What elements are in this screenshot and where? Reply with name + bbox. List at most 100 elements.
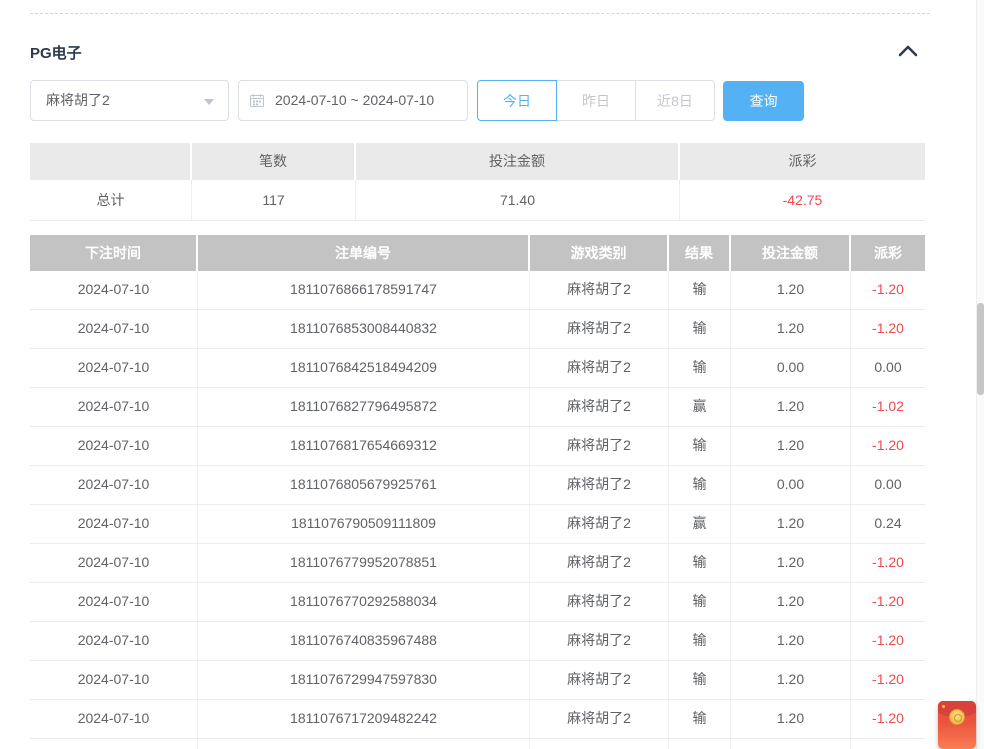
game-select[interactable]: 麻将胡了2 xyxy=(30,80,229,121)
header-bet-time: 下注时间 xyxy=(30,235,198,271)
quick-range-group: 今日 昨日 近8日 xyxy=(477,80,715,121)
cell-bet-time: 2024-07-10 xyxy=(30,349,198,387)
cell-result: 输 xyxy=(669,349,731,387)
cell-result: 输 xyxy=(669,583,731,621)
cell-payout: -1.20 xyxy=(851,427,925,465)
summary-header-blank xyxy=(30,143,192,180)
cell-payout: 0.24 xyxy=(851,505,925,543)
cell-game-type: 麻将胡了2 xyxy=(530,583,669,621)
summary-header-bet-amount: 投注金额 xyxy=(356,143,680,180)
cell-payout: -1.20 xyxy=(851,739,925,749)
calendar-icon xyxy=(250,94,264,107)
cell-result: 输 xyxy=(669,622,731,660)
cell-game-type: 麻将胡了2 xyxy=(530,661,669,699)
cell-bet-amount: 1.20 xyxy=(731,427,851,465)
cell-bet-id: 1811076866178591747 xyxy=(198,271,530,309)
bet-row: 2024-07-101811076740835967488麻将胡了2输1.20-… xyxy=(30,622,925,661)
cell-game-type: 麻将胡了2 xyxy=(530,427,669,465)
vertical-scrollbar-track[interactable] xyxy=(976,0,984,749)
cell-bet-id: 1811076717209482242 xyxy=(198,700,530,738)
bet-row: 2024-07-101811076770292588034麻将胡了2输1.20-… xyxy=(30,583,925,622)
cell-result: 输 xyxy=(669,427,731,465)
vertical-scrollbar-thumb[interactable] xyxy=(977,303,984,395)
cell-bet-amount: 1.20 xyxy=(731,310,851,348)
cell-bet-time: 2024-07-10 xyxy=(30,661,198,699)
bet-row: 2024-07-101811076805679925761麻将胡了2输0.000… xyxy=(30,466,925,505)
caret-down-icon xyxy=(204,99,214,105)
summary-total-payout: -42.75 xyxy=(680,180,925,220)
cell-payout: -1.20 xyxy=(851,544,925,582)
summary-total-label: 总计 xyxy=(30,180,192,220)
cell-payout: -1.20 xyxy=(851,661,925,699)
bet-row: 2024-07-101811076717209482242麻将胡了2输1.20-… xyxy=(30,700,925,739)
cell-game-type: 麻将胡了2 xyxy=(530,505,669,543)
header-payout: 派彩 xyxy=(851,235,925,271)
cell-bet-amount: 1.20 xyxy=(731,505,851,543)
cell-bet-amount: 0.00 xyxy=(731,466,851,504)
cell-game-type: 麻将胡了2 xyxy=(530,466,669,504)
cell-bet-amount: 1.20 xyxy=(731,661,851,699)
cell-payout: -1.02 xyxy=(851,388,925,426)
cell-bet-id: 1811076779952078851 xyxy=(198,544,530,582)
cell-bet-id: 1811076729947597830 xyxy=(198,661,530,699)
cell-bet-time: 2024-07-10 xyxy=(30,505,198,543)
cell-result: 输 xyxy=(669,739,731,749)
today-button[interactable]: 今日 xyxy=(477,80,557,121)
date-range-input[interactable]: 2024-07-10 ~ 2024-07-10 xyxy=(238,80,468,121)
panel-title: PG电子 xyxy=(30,42,82,63)
cell-game-type: 麻将胡了2 xyxy=(530,271,669,309)
cell-bet-time: 2024-07-10 xyxy=(30,388,198,426)
bet-row: 2024-07-101811076706736318976麻将胡了2输1.20-… xyxy=(30,739,925,749)
summary-header-count: 笔数 xyxy=(192,143,356,180)
search-button[interactable]: 查询 xyxy=(723,81,804,121)
cell-bet-id: 1811076770292588034 xyxy=(198,583,530,621)
envelope-dot xyxy=(942,705,945,708)
cell-result: 输 xyxy=(669,310,731,348)
cell-result: 输 xyxy=(669,271,731,309)
last-8-days-button[interactable]: 近8日 xyxy=(635,80,715,121)
cell-bet-id: 1811076842518494209 xyxy=(198,349,530,387)
bet-table: 下注时间 注单编号 游戏类别 结果 投注金额 派彩 2024-07-101811… xyxy=(30,235,925,749)
gold-coin-icon xyxy=(949,709,965,725)
header-result: 结果 xyxy=(669,235,731,271)
cell-bet-id: 1811076790509111809 xyxy=(198,505,530,543)
bet-row: 2024-07-101811076779952078851麻将胡了2输1.20-… xyxy=(30,544,925,583)
cell-bet-id: 1811076817654669312 xyxy=(198,427,530,465)
cell-bet-amount: 1.20 xyxy=(731,544,851,582)
cell-bet-amount: 1.20 xyxy=(731,700,851,738)
cell-bet-amount: 0.00 xyxy=(731,349,851,387)
summary-header-payout: 派彩 xyxy=(680,143,925,180)
bet-row: 2024-07-101811076729947597830麻将胡了2输1.20-… xyxy=(30,661,925,700)
cell-bet-time: 2024-07-10 xyxy=(30,271,198,309)
bet-row: 2024-07-101811076817654669312麻将胡了2输1.20-… xyxy=(30,427,925,466)
cell-payout: -1.20 xyxy=(851,700,925,738)
bet-row: 2024-07-101811076866178591747麻将胡了2输1.20-… xyxy=(30,271,925,310)
bet-row: 2024-07-101811076853008440832麻将胡了2输1.20-… xyxy=(30,310,925,349)
bet-table-header-row: 下注时间 注单编号 游戏类别 结果 投注金额 派彩 xyxy=(30,235,925,271)
cell-game-type: 麻将胡了2 xyxy=(530,739,669,749)
cell-result: 输 xyxy=(669,661,731,699)
cell-bet-amount: 1.20 xyxy=(731,388,851,426)
cell-bet-amount: 1.20 xyxy=(731,583,851,621)
summary-total-count: 117 xyxy=(192,180,356,220)
cell-bet-amount: 1.20 xyxy=(731,739,851,749)
section-divider xyxy=(30,13,930,14)
cell-payout: 0.00 xyxy=(851,349,925,387)
cell-bet-amount: 1.20 xyxy=(731,622,851,660)
cell-bet-id: 1811076706736318976 xyxy=(198,739,530,749)
cell-bet-time: 2024-07-10 xyxy=(30,739,198,749)
summary-header-row: 笔数 投注金额 派彩 xyxy=(30,143,925,180)
cell-payout: -1.20 xyxy=(851,583,925,621)
summary-table: 笔数 投注金额 派彩 总计 117 71.40 -42.75 xyxy=(30,143,925,221)
bet-records-page: PG电子 麻将胡了2 2024-07-10 ~ 2024-07-10 今日 昨日… xyxy=(0,0,984,749)
bet-row: 2024-07-101811076827796495872麻将胡了2赢1.20-… xyxy=(30,388,925,427)
red-envelope-icon[interactable] xyxy=(938,701,976,749)
collapse-panel-button[interactable] xyxy=(896,42,920,62)
yesterday-button[interactable]: 昨日 xyxy=(556,80,636,121)
header-bet-amount: 投注金额 xyxy=(731,235,851,271)
cell-game-type: 麻将胡了2 xyxy=(530,349,669,387)
date-range-value: 2024-07-10 ~ 2024-07-10 xyxy=(275,92,434,108)
game-select-value: 麻将胡了2 xyxy=(46,92,110,108)
bet-table-body: 2024-07-101811076866178591747麻将胡了2输1.20-… xyxy=(30,271,925,749)
cell-bet-time: 2024-07-10 xyxy=(30,622,198,660)
